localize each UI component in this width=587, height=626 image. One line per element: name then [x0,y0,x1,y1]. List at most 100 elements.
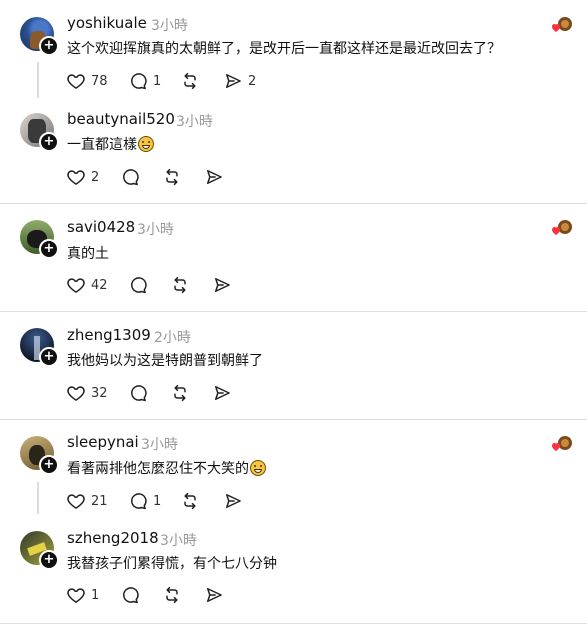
like-count: 21 [91,493,108,509]
grinning-face-icon [138,136,154,152]
share-count: 2 [248,73,257,89]
reply-button[interactable] [128,382,148,404]
repost-button[interactable] [170,382,190,404]
timestamp: 3小時 [160,533,197,549]
post-text-content: 一直都這樣 [67,137,137,153]
timestamp: 3小時 [141,437,178,453]
share-button[interactable] [212,382,232,404]
like-button[interactable]: 78 [66,70,108,92]
like-button[interactable]: 21 [66,490,108,512]
action-bar: 2 [66,166,266,188]
repost-button[interactable] [162,166,182,188]
follow-plus-icon[interactable]: + [39,347,59,367]
heart-icon [66,585,86,605]
repost-button[interactable] [170,274,190,296]
username[interactable]: sleepynai [67,433,139,451]
reply-count: 1 [153,73,162,89]
like-button[interactable]: 1 [66,584,99,606]
post-sleepynai: + sleepynai 3小時 看著兩排他怎麼忍住不大笑的 21 1 [0,420,587,524]
like-count: 1 [91,587,100,603]
post-savi0428: + savi0428 3小時 真的土 42 [0,204,587,312]
action-bar: 78 1 2 [66,70,266,92]
post-text: 我他妈以为这是特朗普到朝鲜了 [67,353,263,369]
action-bar: 21 1 [66,490,266,512]
username[interactable]: beautynail520 [67,110,175,128]
reply-button[interactable] [120,166,140,188]
like-button[interactable]: 2 [66,166,99,188]
author-liked-icon [551,434,573,454]
share-button[interactable] [223,490,243,512]
post-text: 一直都這樣 [67,134,154,154]
reply-icon [128,275,148,295]
follow-plus-icon[interactable]: + [39,239,59,259]
reply-icon [120,585,140,605]
repost-icon [180,71,200,91]
username[interactable]: yoshikuale [67,14,147,32]
reply-icon [128,491,148,511]
thread-line [37,482,39,514]
heart-icon [66,167,86,187]
action-bar: 32 [66,382,266,404]
like-count: 32 [91,385,108,401]
username[interactable]: szheng2018 [67,529,159,547]
divider [0,623,587,624]
repost-icon [162,167,182,187]
repost-icon [162,585,182,605]
like-count: 2 [91,169,100,185]
share-button[interactable] [212,274,232,296]
reply-button[interactable]: 1 [128,70,161,92]
like-count: 42 [91,277,108,293]
author-liked-icon [551,218,573,238]
share-button[interactable] [204,584,224,606]
like-button[interactable]: 32 [66,382,108,404]
post-text: 我替孩子们累得慌，有个七八分钟 [67,556,277,572]
post-szheng2018: + szheng2018 3小時 我替孩子们累得慌，有个七八分钟 1 [0,524,587,624]
share-icon [223,491,243,511]
heart-icon [66,383,86,403]
repost-icon [170,275,190,295]
follow-plus-icon[interactable]: + [39,36,59,56]
action-bar: 42 [66,274,266,296]
timestamp: 3小時 [176,114,213,130]
follow-plus-icon[interactable]: + [39,455,59,475]
heart-icon [66,275,86,295]
post-beautynail520: + beautynail520 3小時 一直都這樣 2 [0,110,587,204]
repost-button[interactable] [162,584,182,606]
post-text-content: 看著兩排他怎麼忍住不大笑的 [67,461,249,477]
reply-button[interactable] [128,274,148,296]
reply-button[interactable] [120,584,140,606]
follow-plus-icon[interactable]: + [39,550,59,570]
post-text: 看著兩排他怎麼忍住不大笑的 [67,458,266,478]
share-button[interactable]: 2 [223,70,256,92]
share-button[interactable] [204,166,224,188]
repost-button[interactable] [180,70,200,92]
post-zheng1309: + zheng1309 2小時 我他妈以为这是特朗普到朝鲜了 32 [0,312,587,420]
post-text: 真的土 [67,246,109,262]
repost-button[interactable] [180,490,200,512]
thread-line [37,62,39,98]
reply-icon [128,383,148,403]
reply-count: 1 [153,493,162,509]
username[interactable]: zheng1309 [67,326,151,344]
post-yoshikuale: + yoshikuale 3小時 这个欢迎挥旗真的太朝鲜了，是改开后一直都这样还… [0,0,587,110]
share-icon [212,383,232,403]
repost-icon [170,383,190,403]
author-liked-icon [551,15,573,35]
repost-icon [180,491,200,511]
heart-icon [66,71,86,91]
post-text: 这个欢迎挥旗真的太朝鲜了，是改开后一直都这样还是最近改回去了？ [67,41,501,57]
heart-icon [66,491,86,511]
reply-button[interactable]: 1 [128,490,161,512]
action-bar: 1 [66,584,266,606]
like-button[interactable]: 42 [66,274,108,296]
username[interactable]: savi0428 [67,218,135,236]
timestamp: 2小時 [154,330,191,346]
timestamp: 3小時 [137,222,174,238]
laughing-face-icon [250,460,266,476]
follow-plus-icon[interactable]: + [39,132,59,152]
like-count: 78 [91,73,108,89]
timestamp[interactable]: 3小時 [151,15,188,35]
reply-icon [128,71,148,91]
share-icon [204,585,224,605]
reply-icon [120,167,140,187]
